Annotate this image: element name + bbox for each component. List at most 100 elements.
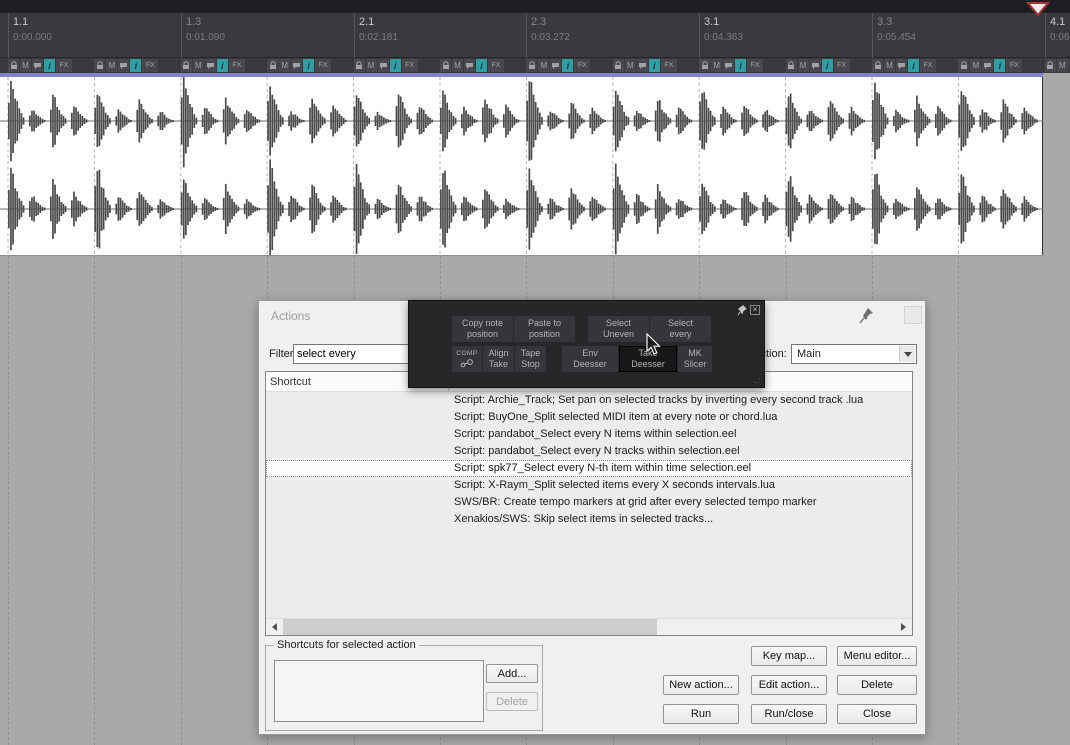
item-lock-button[interactable] [440,59,451,72]
item-info-button[interactable]: i [562,59,573,72]
item-fx-button[interactable]: FX [229,59,245,72]
column-header-shortcut[interactable]: Shortcut [270,376,311,388]
item-mute-button[interactable]: M [20,59,31,72]
action-list-row[interactable]: Script: pandabot_Select every N items wi… [266,426,912,443]
section-dropdown[interactable]: Main [791,344,917,364]
item-fx-button[interactable]: FX [402,59,418,72]
new-action-button[interactable]: New action... [663,675,739,695]
item-mute-button[interactable]: M [798,59,809,72]
item-lock-button[interactable] [958,59,969,72]
item-mute-button[interactable]: M [193,59,204,72]
item-info-button[interactable]: i [908,59,919,72]
item-notes-button[interactable] [723,59,734,72]
project-marker-icon[interactable] [1026,1,1050,17]
item-notes-button[interactable] [32,59,43,72]
item-info-button[interactable]: i [649,59,660,72]
item-mute-button[interactable]: M [884,59,895,72]
toolbar-pin-icon[interactable] [737,304,748,316]
item-lock-button[interactable] [8,59,19,72]
item-notes-button[interactable] [291,59,302,72]
toolbar-button-align-take[interactable]: AlignTake [483,346,514,372]
item-lock-button[interactable] [181,59,192,72]
item-notes-button[interactable] [637,59,648,72]
item-info-button[interactable]: i [217,59,228,72]
item-fx-button[interactable]: FX [56,59,72,72]
toolbar-button-copy-note-position[interactable]: Copy noteposition [452,316,513,342]
scroll-left-arrow[interactable] [266,619,283,635]
action-list-row[interactable]: Script: spk77_Select every N-th item wit… [266,460,912,477]
run-button[interactable]: Run [663,704,739,724]
action-list-row[interactable]: SWS/BR: Create tempo markers at grid aft… [266,494,912,511]
item-mute-button[interactable]: M [625,59,636,72]
timeline-ruler[interactable]: 1.1 0:00.000 1.3 0:01.090 2.1 0:02.181 2… [0,0,1070,58]
item-fx-button[interactable]: FX [142,59,158,72]
item-mute-button[interactable]: M [279,59,290,72]
item-fx-button[interactable]: FX [488,59,504,72]
item-mute-button[interactable]: M [711,59,722,72]
item-info-button[interactable]: i [44,59,55,72]
item-mute-button[interactable]: M [1057,59,1068,72]
item-fx-button[interactable]: FX [920,59,936,72]
item-fx-button[interactable]: FX [834,59,850,72]
item-mute-button[interactable]: M [366,59,377,72]
item-lock-button[interactable] [526,59,537,72]
pin-icon[interactable] [859,306,875,324]
item-info-button[interactable]: i [390,59,401,72]
action-list-row[interactable]: Script: Archie_Track; Set pan on selecte… [266,392,912,409]
delete-shortcut-button[interactable]: Delete [486,692,538,711]
item-fx-button[interactable]: FX [661,59,677,72]
item-fx-button[interactable]: FX [574,59,590,72]
delete-action-button[interactable]: Delete [837,675,917,695]
shortcut-listbox[interactable] [274,660,484,722]
close-button[interactable]: Close [837,704,917,724]
item-info-button[interactable]: i [822,59,833,72]
waveform-area[interactable] [0,77,1043,255]
horizontal-scrollbar[interactable] [266,618,912,635]
item-notes-button[interactable] [118,59,129,72]
toolbar-button-tape-stop[interactable]: TapeStop [515,346,546,372]
item-lock-button[interactable] [267,59,278,72]
scroll-right-arrow[interactable] [895,619,912,635]
action-list-row[interactable]: Xenakios/SWS: Skip select items in selec… [266,511,912,528]
item-info-button[interactable]: i [476,59,487,72]
item-info-button[interactable]: i [735,59,746,72]
item-mute-button[interactable]: M [106,59,117,72]
item-notes-button[interactable] [982,59,993,72]
item-lock-button[interactable] [1045,59,1056,72]
item-notes-button[interactable] [464,59,475,72]
run-close-button[interactable]: Run/close [751,704,827,724]
item-fx-button[interactable]: FX [1006,59,1022,72]
toolbar-close-icon[interactable]: × [750,305,760,315]
action-list-row[interactable]: Script: pandabot_Select every N tracks w… [266,443,912,460]
item-info-button[interactable]: i [994,59,1005,72]
edit-action-button[interactable]: Edit action... [751,675,827,695]
item-notes-button[interactable] [550,59,561,72]
item-info-button[interactable]: i [130,59,141,72]
key-map-button[interactable]: Key map... [751,646,827,666]
resize-grip[interactable]: .: [755,376,761,385]
menu-editor-button[interactable]: Menu editor... [837,646,917,666]
item-lock-button[interactable] [613,59,624,72]
action-list-row[interactable]: Script: BuyOne_Split selected MIDI item … [266,409,912,426]
item-lock-button[interactable] [699,59,710,72]
item-mute-button[interactable]: M [452,59,463,72]
item-fx-button[interactable]: FX [747,59,763,72]
item-notes-button[interactable] [378,59,389,72]
toolbar-button-paste-to-position[interactable]: Paste toposition [514,316,575,342]
item-mute-button[interactable]: M [538,59,549,72]
toolbar-button-mk-slicer[interactable]: MKSlicer [678,346,712,372]
action-list-row[interactable]: Script: X-Raym_Split selected items ever… [266,477,912,494]
item-notes-button[interactable] [810,59,821,72]
toolbar-button-select-uneven[interactable]: SelectUneven [588,316,649,342]
toolbar-button-comp[interactable]: COMP [452,346,482,372]
item-lock-button[interactable] [872,59,883,72]
dock-button[interactable] [904,306,922,324]
toolbar-button-env-deesser[interactable]: EnvDeesser [562,346,618,372]
item-mute-button[interactable]: M [970,59,981,72]
item-lock-button[interactable] [94,59,105,72]
item-notes-button[interactable] [205,59,216,72]
item-lock-button[interactable] [354,59,365,72]
item-fx-button[interactable]: FX [315,59,331,72]
item-notes-button[interactable] [896,59,907,72]
add-shortcut-button[interactable]: Add... [486,664,538,683]
